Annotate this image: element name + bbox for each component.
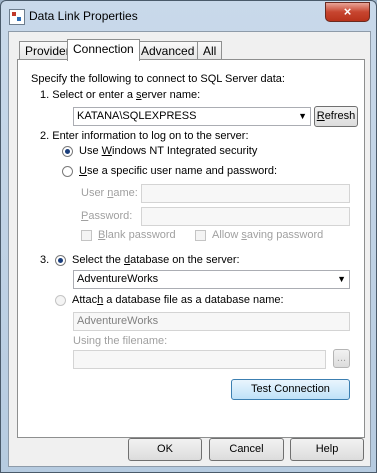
blank-password-checkbox[interactable] — [81, 230, 92, 241]
filename-label: Using the filename: — [73, 335, 168, 347]
tab-advanced[interactable]: Advanced — [135, 41, 201, 60]
refresh-button[interactable]: Refresh — [314, 106, 358, 127]
database-combo[interactable]: AdventureWorks ▼ — [73, 270, 350, 289]
select-database-radio[interactable] — [55, 255, 66, 266]
browse-button[interactable]: ... — [333, 349, 350, 368]
ok-button[interactable]: OK — [128, 438, 202, 461]
server-name-value: KATANA\SQLEXPRESS — [77, 110, 197, 122]
server-name-combo[interactable]: KATANA\SQLEXPRESS ▼ — [73, 107, 311, 126]
step2-label: 2. Enter information to log on to the se… — [40, 130, 249, 142]
data-link-icon — [9, 9, 25, 25]
cancel-button[interactable]: Cancel — [209, 438, 284, 461]
step1-label: 1. Select or enter a server name: — [40, 89, 201, 101]
select-database-label[interactable]: Select the database on the server: — [72, 254, 240, 266]
password-label: Password: — [81, 210, 133, 222]
help-button[interactable]: Help — [290, 438, 364, 461]
specific-user-label[interactable]: Use a specific user name and password: — [79, 165, 277, 177]
attach-file-radio[interactable] — [55, 295, 66, 306]
user-name-input[interactable] — [141, 184, 350, 203]
specific-user-radio[interactable] — [62, 166, 73, 177]
dialog-window: Data Link Properties × Provider Connecti… — [0, 0, 377, 473]
allow-saving-label[interactable]: Allow saving password — [212, 229, 323, 241]
test-connection-button[interactable]: Test Connection — [231, 379, 350, 400]
window-title: Data Link Properties — [29, 9, 138, 23]
dialog-client: Provider Connection Advanced All Specify… — [8, 31, 371, 467]
password-input[interactable] — [141, 207, 350, 226]
database-value: AdventureWorks — [77, 273, 159, 285]
tab-all[interactable]: All — [197, 41, 223, 60]
filename-input[interactable] — [73, 350, 326, 369]
connection-panel: Specify the following to connect to SQL … — [17, 59, 365, 438]
intro-text: Specify the following to connect to SQL … — [31, 73, 285, 85]
allow-saving-checkbox[interactable] — [195, 230, 206, 241]
step3-number: 3. — [40, 254, 50, 266]
tab-connection[interactable]: Connection — [67, 39, 140, 61]
close-button[interactable]: × — [325, 2, 370, 22]
attach-file-label[interactable]: Attach a database file as a database nam… — [72, 294, 284, 306]
nt-security-radio[interactable] — [62, 146, 73, 157]
user-name-label: User name: — [81, 187, 138, 199]
chevron-down-icon[interactable]: ▼ — [337, 271, 346, 288]
nt-security-label[interactable]: Use Windows NT Integrated security — [79, 145, 257, 157]
title-bar[interactable]: Data Link Properties × — [1, 1, 376, 31]
attach-name-input[interactable]: AdventureWorks — [73, 312, 350, 331]
blank-password-label[interactable]: Blank password — [98, 229, 176, 241]
chevron-down-icon[interactable]: ▼ — [298, 108, 307, 125]
